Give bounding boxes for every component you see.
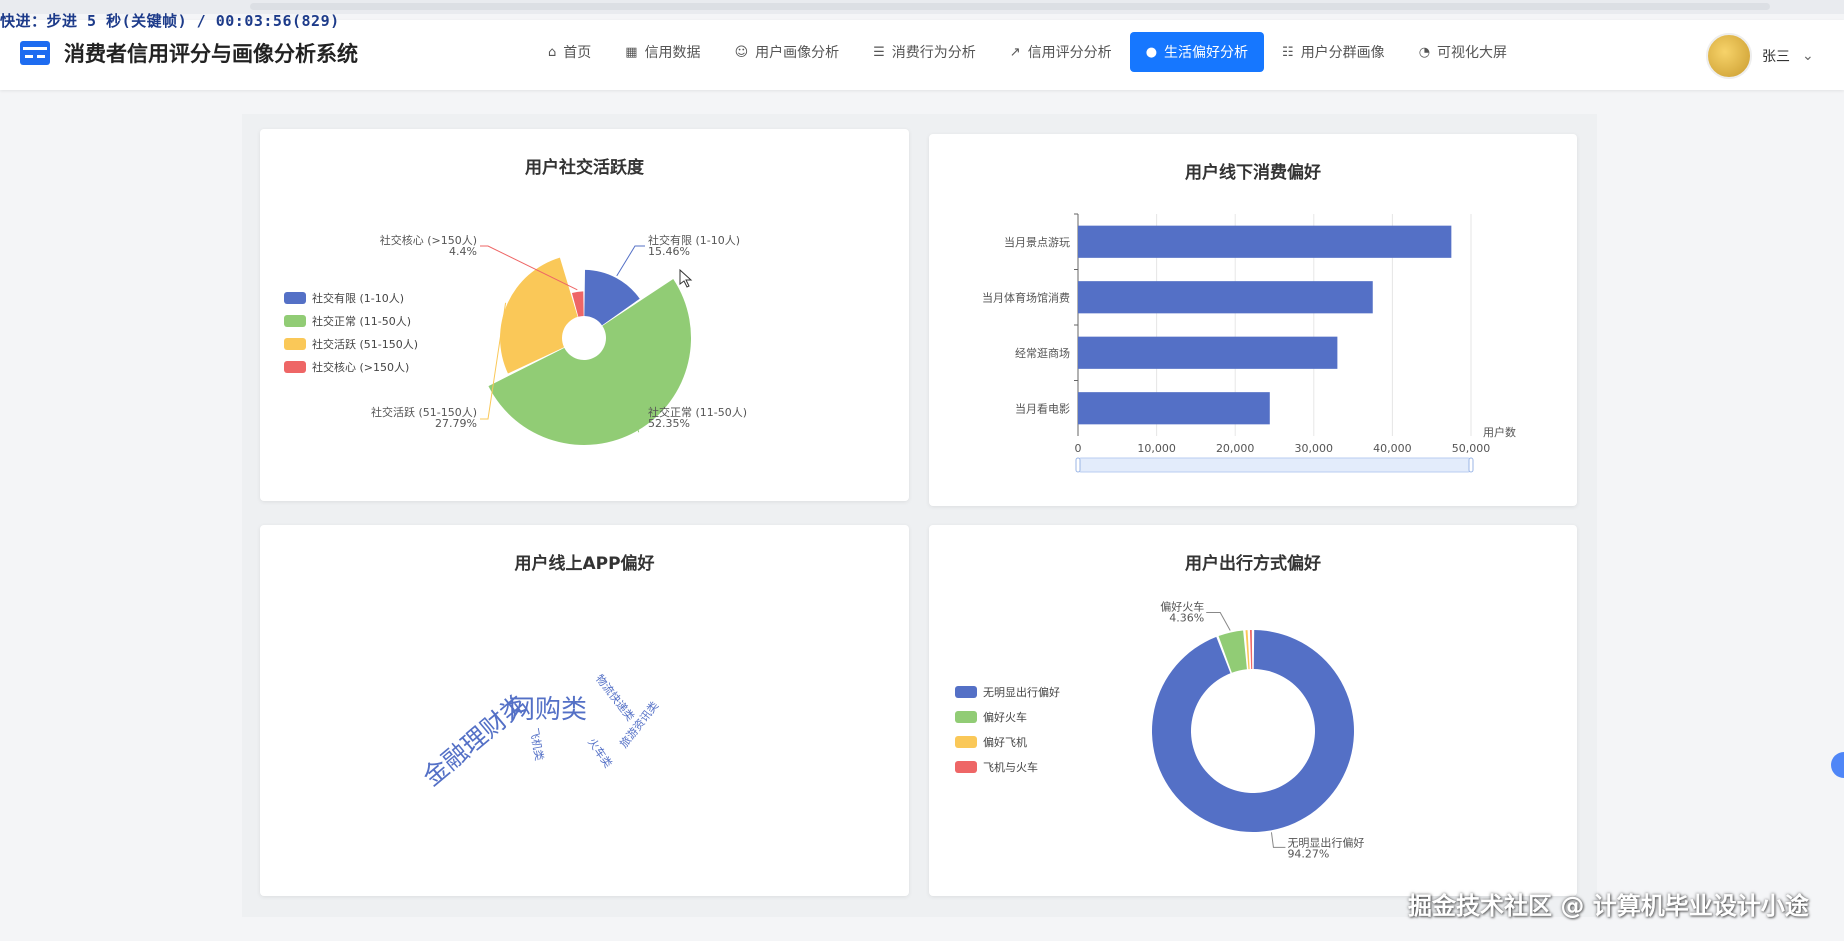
circle-icon: ●: [1145, 44, 1158, 60]
legend-label: 社交正常 (11-50人): [312, 314, 411, 328]
bar: [1078, 392, 1270, 425]
slice-percent: 27.79%: [435, 417, 477, 430]
legend-label: 无明显出行偏好: [983, 685, 1060, 699]
main-nav: ⌂ 首页 ▦ 信用数据 ☺ 用户画像分析 ☰ 消费行为分析 ↗ 信用评分分析 ● 生活偏好分析 ☷ 用户分…: [532, 32, 1525, 72]
word-cloud-term: 物流快递类: [593, 672, 638, 724]
scrollbar[interactable]: [250, 3, 1770, 10]
y-tick-label: 当月体育场馆消费: [982, 290, 1070, 304]
line-chart-icon: ↗: [1009, 44, 1021, 60]
floating-help-button[interactable]: [1831, 752, 1844, 778]
word-cloud-term: 飞机类: [527, 727, 547, 762]
nav-item-label: 消费行为分析: [891, 45, 976, 61]
watermark: 掘金技术社区 @ 计算机毕业设计小途: [1408, 892, 1809, 920]
y-tick-label: 当月景点游玩: [1004, 235, 1070, 249]
legend-label: 社交核心 (>150人): [312, 360, 409, 374]
bar: [1078, 225, 1452, 258]
card-social-activity: 用户社交活跃度 社交有限 (1-10人) 社交正常 (11-50人) 社交活跃 (5…: [260, 129, 909, 501]
data-zoom-slider: [1077, 457, 1472, 473]
offline-bar-chart: 0 10,000 20,000 30,000 40,000 50,000 当月景点游玩当月体…: [982, 213, 1516, 473]
nav-item-consumption-analysis[interactable]: ☰ 消费行为分析: [857, 32, 992, 72]
donut-slice: [1152, 630, 1354, 832]
slice-percent: 15.46%: [648, 245, 690, 258]
nav-item-label: 生活偏好分析: [1164, 45, 1249, 61]
y-tick-label: 当月看电影: [1015, 401, 1070, 415]
card-travel-preference: 用户出行方式偏好 无明显出行偏好 偏好火车 偏好飞机 飞机与火车 无明显出行偏好 94.2…: [929, 525, 1577, 896]
app-title: 消费者信用评分与画像分析系统: [64, 42, 358, 66]
donut-slice: [1249, 630, 1253, 670]
legend-swatch: [284, 361, 306, 373]
brand[interactable]: 消费者信用评分与画像分析系统: [20, 38, 358, 68]
zoom-handle-right: [1468, 457, 1474, 473]
x-tick-label: 40,000: [1373, 442, 1412, 455]
card-offline-consumption: 用户线下消费偏好 0 10,000 20,000 30,000 40,000 50,000…: [929, 134, 1577, 506]
legend-swatch: [955, 711, 977, 723]
travel-donut-chart: 无明显出行偏好偏好火车偏好飞机飞机与火车无明显出行偏好94.27%偏好火车4.3…: [955, 600, 1364, 860]
nav-item-label: 用户分群画像: [1300, 45, 1385, 61]
video-overlay-caption: 快进：步进 5 秒(关键帧) / 00:03:56(829): [0, 12, 340, 30]
legend-swatch: [955, 686, 977, 698]
nav-item-credit-data[interactable]: ▦ 信用数据: [609, 32, 716, 72]
user-name[interactable]: 张三: [1762, 46, 1790, 66]
x-tick-label: 10,000: [1137, 442, 1176, 455]
slice-percent: 4.4%: [449, 245, 477, 258]
leader-line: [1270, 832, 1286, 848]
nav-item-user-profile-analysis[interactable]: ☺ 用户画像分析: [719, 32, 856, 72]
avatar[interactable]: [1706, 33, 1752, 79]
app-logo-icon: [20, 41, 50, 65]
nav-item-label: 信用数据: [644, 45, 701, 61]
nav-item-home[interactable]: ⌂ 首页: [532, 32, 607, 72]
nav-item-label: 用户画像分析: [755, 45, 840, 61]
x-tick-label: 50,000: [1452, 442, 1491, 455]
slice-percent: 4.36%: [1169, 612, 1204, 625]
bar: [1078, 336, 1338, 369]
nav-item-dashboard[interactable]: ◔ 可视化大屏: [1403, 32, 1523, 72]
legend-swatch: [955, 761, 977, 773]
legend-swatch: [284, 338, 306, 350]
legend-label: 飞机与火车: [983, 760, 1038, 774]
x-tick-label: 0: [1075, 442, 1082, 455]
nav-item-user-segment-profile[interactable]: ☷ 用户分群画像: [1266, 32, 1401, 72]
group-icon: ☷: [1282, 44, 1294, 60]
zoom-handle-left: [1075, 457, 1081, 473]
legend-label: 社交有限 (1-10人): [312, 291, 404, 305]
slice-percent: 94.27%: [1287, 847, 1329, 860]
nav-item-label: 首页: [563, 45, 592, 61]
nav-item-label: 信用评分分析: [1027, 45, 1112, 61]
legend-label: 偏好火车: [983, 710, 1027, 724]
hand-cursor-icon: [679, 268, 693, 288]
app-wordcloud: 金融理财类网购类 物流快递类旅游资讯类火车类飞机类: [417, 672, 661, 792]
legend-label: 社交活跃 (51-150人): [312, 337, 418, 351]
leader-line: [1206, 612, 1231, 631]
leader-line: [616, 245, 645, 277]
nav-item-credit-score-analysis[interactable]: ↗ 信用评分分析: [994, 32, 1128, 72]
x-tick-label: 30,000: [1295, 442, 1334, 455]
user-menu[interactable]: 张三 ⌄: [1706, 33, 1814, 79]
table-icon: ▦: [625, 44, 638, 60]
slice-percent: 52.35%: [648, 417, 690, 430]
x-axis-label: 用户数: [1483, 425, 1516, 439]
social-rose-chart: 社交有限 (1-10人) 社交正常 (11-50人) 社交活跃 (51-150人) 社…: [284, 233, 747, 446]
nav-item-label: 可视化大屏: [1437, 45, 1508, 61]
x-tick-label: 20,000: [1216, 442, 1255, 455]
pie-icon: ◔: [1418, 44, 1431, 60]
word-cloud-term: 网购类: [509, 695, 587, 725]
card-online-app: 用户线上APP偏好 金融理财类 网购类 物流快递类 旅游资讯类 火车类 飞机类: [260, 525, 909, 896]
word-cloud-term: 火车类: [585, 735, 615, 770]
legend-label: 偏好飞机: [983, 735, 1027, 749]
bar: [1078, 281, 1373, 314]
legend-swatch: [955, 736, 977, 748]
user-icon: ☺: [734, 44, 749, 60]
nav-item-lifestyle-analysis[interactable]: ● 生活偏好分析: [1129, 32, 1265, 72]
y-tick-label: 经常逛商场: [1015, 346, 1070, 360]
home-icon: ⌂: [548, 44, 557, 60]
legend-swatch: [284, 315, 306, 327]
chevron-down-icon[interactable]: ⌄: [1802, 48, 1814, 64]
cart-icon: ☰: [873, 44, 885, 60]
legend-swatch: [284, 292, 306, 304]
